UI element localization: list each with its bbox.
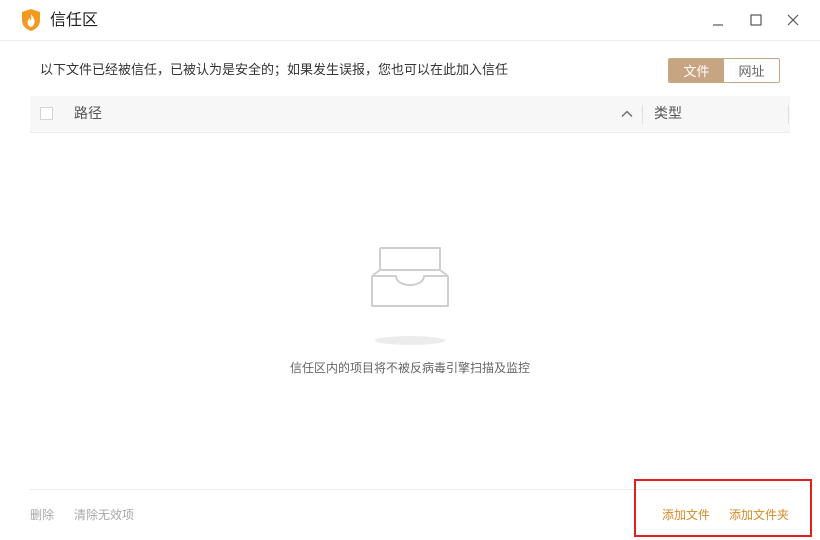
empty-icon-shadow: [375, 336, 445, 345]
minimize-button[interactable]: [703, 6, 733, 34]
close-button[interactable]: [778, 6, 808, 34]
app-logo-icon: [22, 9, 40, 31]
column-header-type[interactable]: 类型: [654, 105, 682, 123]
empty-tray-icon: [371, 247, 449, 307]
add-folder-button[interactable]: 添加文件夹: [729, 507, 789, 523]
window-title: 信任区: [50, 10, 99, 29]
trust-zone-description: 以下文件已经被信任，已被认为是安全的；如果发生误报，您也可以在此加入信任: [40, 63, 509, 78]
maximize-button[interactable]: [741, 6, 771, 34]
delete-button[interactable]: 删除: [30, 507, 54, 523]
column-divider[interactable]: [788, 105, 789, 124]
tab-urls[interactable]: 网址: [724, 59, 779, 82]
tab-files[interactable]: 文件: [669, 59, 724, 82]
clean-invalid-button[interactable]: 清除无效项: [74, 507, 134, 523]
column-divider[interactable]: [642, 105, 643, 124]
footer-divider: [30, 489, 790, 490]
chevron-up-icon[interactable]: [620, 107, 634, 121]
table-header: 路径 类型: [30, 96, 790, 133]
close-icon: [787, 14, 799, 26]
empty-state-message: 信任区内的项目将不被反病毒引擎扫描及监控: [289, 361, 530, 375]
select-all-checkbox[interactable]: [40, 107, 53, 120]
maximize-icon: [750, 14, 762, 26]
minimize-icon: [713, 24, 723, 26]
column-header-path[interactable]: 路径: [74, 105, 102, 123]
title-bar: 信任区: [0, 0, 820, 41]
category-tabs: 文件 网址: [668, 58, 780, 83]
add-file-button[interactable]: 添加文件: [662, 507, 710, 523]
